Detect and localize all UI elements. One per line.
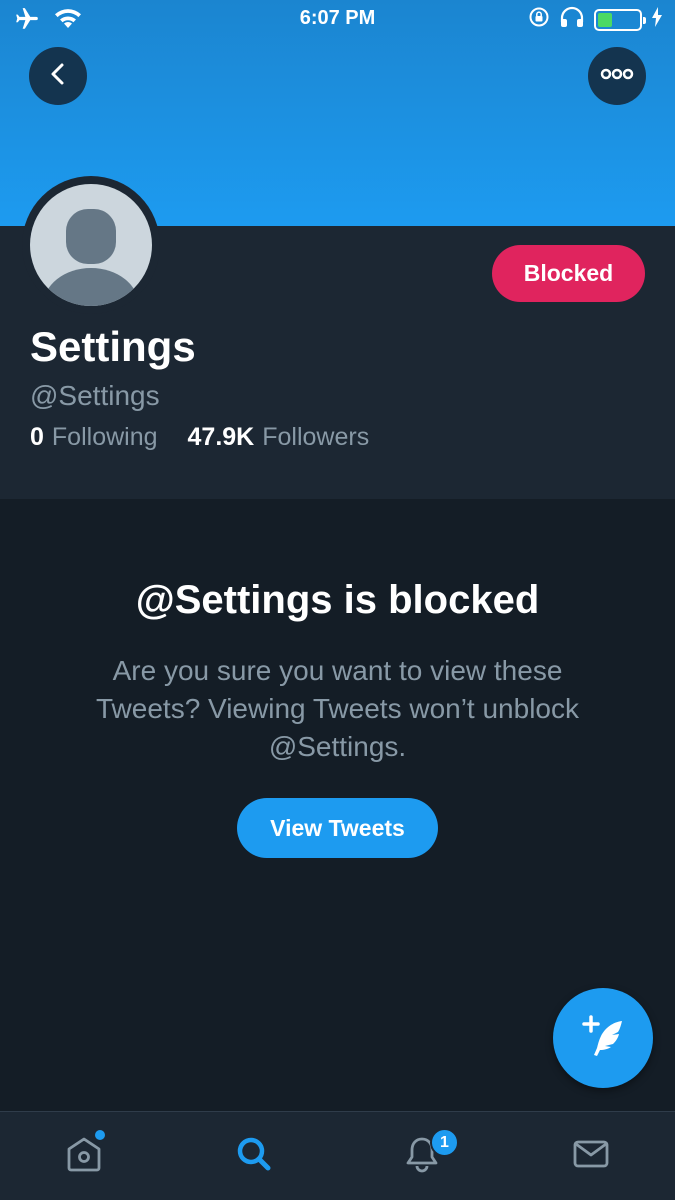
home-notification-dot [95,1130,105,1140]
compose-tweet-icon [578,1011,628,1066]
default-avatar-icon [43,209,139,306]
followers-label[interactable]: Followers [262,423,369,452]
more-options-button[interactable] [588,47,646,105]
display-name: Settings [30,323,196,370]
mail-icon [569,1132,613,1181]
tab-notifications[interactable]: 1 [338,1112,506,1200]
search-icon [232,1132,276,1181]
profile-handle: @Settings [30,380,160,411]
back-button[interactable] [29,47,87,105]
compose-tweet-button[interactable] [553,988,653,1088]
battery-icon [594,8,646,31]
following-count[interactable]: 0 [30,423,44,452]
blocked-title: @Settings is blocked [135,578,540,622]
tab-home[interactable] [0,1112,168,1200]
headphones-icon [559,6,585,33]
status-bar: 6:07 PM [0,0,675,40]
notification-badge: 1 [430,1128,459,1157]
tab-messages[interactable] [507,1112,675,1200]
charging-icon [651,6,663,33]
following-label[interactable]: Following [52,423,158,452]
follow-stats: 0 Following 47.9K Followers [30,423,369,452]
more-horizontal-icon [600,67,634,85]
profile-header: Blocked Settings @Settings 0 Following 4… [0,176,675,499]
followers-count[interactable]: 47.9K [188,423,255,452]
view-tweets-button[interactable]: View Tweets [237,798,438,858]
tab-bar: 1 [0,1111,675,1200]
rotation-lock-icon [528,6,550,33]
avatar[interactable] [30,184,152,306]
blocked-message: Are you sure you want to view these Twee… [95,655,579,762]
tab-search[interactable] [170,1112,338,1200]
blocked-notice: @Settings is blocked Are you sure you wa… [0,499,675,1111]
blocked-button[interactable]: Blocked [492,245,645,302]
avatar-ring [22,176,160,314]
chevron-left-icon [45,61,71,92]
battery-fill [598,12,612,27]
